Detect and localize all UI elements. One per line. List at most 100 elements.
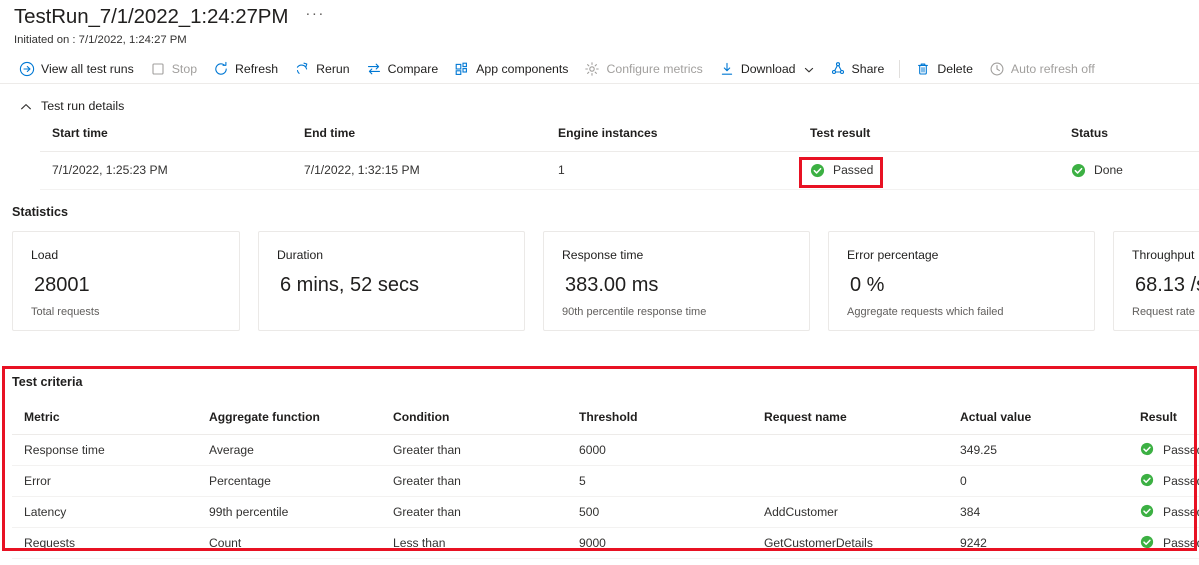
success-check-icon [1071,163,1086,178]
cell-end-time: 7/1/2022, 1:32:15 PM [292,151,546,190]
app-components-label: App components [476,61,569,76]
cell-metric: Requests [12,527,197,559]
compare-label: Compare [387,61,439,76]
stat-value: 68.13 /s [1135,274,1199,296]
success-check-icon [810,163,825,178]
table-row[interactable]: Response time Average Greater than 6000 … [12,434,1199,466]
result-status-badge: Passed [1163,535,1199,550]
cell-result: Passed [1128,465,1199,497]
statistics-cards: Load 28001 Total requests Duration 6 min… [12,231,1199,331]
cell-actual-value: 384 [948,496,1128,528]
refresh-icon [213,61,229,77]
table-row[interactable]: Requests Count Less than 9000 GetCustome… [12,527,1199,559]
configure-metrics-label: Configure metrics [606,61,703,76]
cell-result: Passed [1128,434,1199,466]
compare-button[interactable]: Compare [358,55,447,83]
stat-label: Duration [277,248,324,262]
rerun-icon [294,61,310,77]
column-header-engine-instances: Engine instances [546,126,798,152]
download-button[interactable]: Download [711,55,822,83]
stat-label: Response time [562,248,644,262]
stat-sub: 90th percentile response time [562,306,707,318]
test-criteria-section: Test criteria Metric Aggregate function … [0,366,1199,559]
arrow-circle-right-icon [19,61,35,77]
more-options-ellipsis-icon[interactable]: ··· [302,6,328,27]
chevron-up-icon [20,100,32,112]
delete-button[interactable]: Delete [907,55,981,83]
cell-status: Done [1059,151,1199,190]
cell-request-name [752,465,948,497]
cell-metric: Latency [12,496,197,528]
result-status-badge: Passed [1163,442,1199,457]
result-status-badge: Passed [1163,504,1199,519]
stop-label: Stop [171,61,198,76]
stat-card-throughput: Throughput 68.13 /s Request rate [1113,231,1199,331]
success-check-icon [1140,504,1155,519]
test-result-status-badge: Passed [833,163,874,177]
cell-threshold: 6000 [567,434,752,466]
test-run-details-label: Test run details [41,99,125,113]
test-run-details-collapse-toggle[interactable]: Test run details [0,93,190,119]
success-check-icon [1140,535,1155,550]
table-row[interactable]: Latency 99th percentile Greater than 500… [12,496,1199,528]
app-components-button[interactable]: App components [446,55,576,83]
download-label: Download [740,61,796,76]
refresh-button[interactable]: Refresh [205,55,286,83]
stat-label: Load [31,248,59,262]
stat-card-duration: Duration 6 mins, 52 secs [258,231,525,331]
configure-metrics-button[interactable]: Configure metrics [576,55,710,83]
cell-aggregate-function: 99th percentile [197,496,381,528]
share-label: Share [851,61,885,76]
column-header-condition: Condition [381,410,567,435]
cell-condition: Greater than [381,434,567,466]
cell-condition: Greater than [381,496,567,528]
auto-refresh-label: Auto refresh off [1010,61,1095,76]
stat-card-load: Load 28001 Total requests [12,231,240,331]
stat-value: 28001 [34,274,90,296]
result-status-badge: Passed [1163,473,1199,488]
cell-metric: Error [12,465,197,497]
delete-label: Delete [937,61,973,76]
stat-value: 6 mins, 52 secs [280,274,419,296]
column-header-test-result: Test result [798,126,1059,152]
column-header-start-time: Start time [40,126,292,152]
table-header-row: Metric Aggregate function Condition Thre… [12,410,1199,435]
column-header-request-name: Request name [752,410,948,435]
command-bar-divider [899,59,901,78]
app-components-grid-icon [454,61,470,77]
stop-button[interactable]: Stop [142,55,205,83]
table-row[interactable]: Error Percentage Greater than 5 0 Passed [12,465,1199,497]
refresh-label: Refresh [235,61,279,76]
statistics-heading: Statistics [12,205,68,219]
stat-sub: Total requests [31,306,100,318]
title-row: TestRun_7/1/2022_1:24:27PM ··· [14,5,328,29]
stat-card-error-percentage: Error percentage 0 % Aggregate requests … [828,231,1095,331]
cell-actual-value: 0 [948,465,1128,497]
column-header-result: Result [1128,410,1199,435]
test-run-details-section: Test run details Start time End time Eng… [0,93,1199,190]
test-run-details-table: Start time End time Engine instances Tes… [40,126,1199,190]
cell-threshold: 5 [567,465,752,497]
trash-icon [915,61,931,77]
stop-square-icon [150,61,166,77]
download-icon [719,61,735,77]
auto-refresh-button[interactable]: Auto refresh off [981,55,1103,83]
gear-icon [584,61,600,77]
cell-aggregate-function: Count [197,527,381,559]
success-check-icon [1140,442,1155,457]
column-header-threshold: Threshold [567,410,752,435]
stat-value: 0 % [850,274,885,296]
table-row[interactable]: 7/1/2022, 1:25:23 PM 7/1/2022, 1:32:15 P… [40,151,1199,190]
share-icon [830,61,846,77]
cell-engine-instances: 1 [546,151,798,190]
stat-card-response-time: Response time 383.00 ms 90th percentile … [543,231,810,331]
test-criteria-table: Metric Aggregate function Condition Thre… [12,410,1199,559]
share-button[interactable]: Share [822,55,893,83]
rerun-label: Rerun [316,61,350,76]
view-all-test-runs-button[interactable]: View all test runs [11,55,142,83]
rerun-button[interactable]: Rerun [286,55,358,83]
page-header: TestRun_7/1/2022_1:24:27PM ··· Initiated… [0,0,1199,53]
clock-icon [989,61,1005,77]
cell-actual-value: 9242 [948,527,1128,559]
page-title: TestRun_7/1/2022_1:24:27PM [14,5,289,28]
